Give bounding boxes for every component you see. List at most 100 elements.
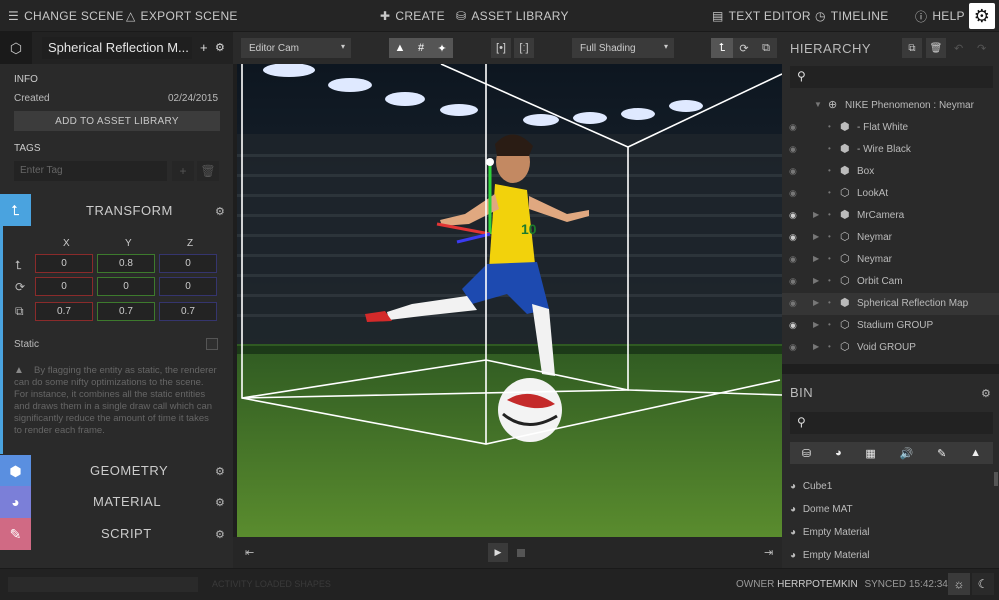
- hierarchy-item[interactable]: ◉ ▶ • ⬢ MrCamera: [782, 205, 999, 227]
- position-y-field[interactable]: 0.8: [97, 254, 155, 273]
- chevron-right-icon[interactable]: ▶: [813, 254, 819, 263]
- chevron-right-icon[interactable]: ▶: [813, 232, 819, 241]
- user-avatar[interactable]: ⚙: [969, 3, 995, 29]
- scale-tool-icon[interactable]: ⧉: [755, 38, 777, 58]
- change-scene-button[interactable]: ☰ CHANGE SCENE: [8, 0, 124, 32]
- rotate-tool-icon[interactable]: ⟳: [733, 38, 755, 58]
- hierarchy-root[interactable]: ▼ ⊕ NIKE Phenomenon : Neymar: [782, 95, 999, 117]
- exit-right-icon[interactable]: ⇥: [764, 546, 773, 559]
- bin-item[interactable]: ◕ Empty Material: [790, 527, 870, 538]
- stop-button[interactable]: [517, 549, 525, 557]
- bin-item[interactable]: ◕ Dome MAT: [790, 504, 853, 515]
- geometry-title[interactable]: GEOMETRY: [90, 463, 168, 478]
- transform-gear-icon[interactable]: ⚙: [215, 205, 225, 218]
- chevron-right-icon[interactable]: ▶: [813, 276, 819, 285]
- panel-splitter[interactable]: [782, 364, 999, 374]
- eye-icon[interactable]: ◉: [789, 144, 797, 155]
- hierarchy-item[interactable]: ◉ ▶ • ⬡ Orbit Cam: [782, 271, 999, 293]
- bin-gear-icon[interactable]: ⚙: [981, 387, 991, 400]
- chevron-right-icon[interactable]: ▶: [813, 210, 819, 219]
- eye-icon[interactable]: ◉: [789, 342, 797, 353]
- light-theme-icon[interactable]: ☼: [948, 573, 970, 595]
- tag-input[interactable]: Enter Tag: [14, 161, 167, 181]
- eye-icon[interactable]: ◉: [789, 232, 797, 243]
- settings-gear-icon[interactable]: ⚙: [215, 41, 225, 54]
- export-scene-button[interactable]: △ EXPORT SCENE: [126, 0, 238, 32]
- frame-all-icon[interactable]: [ː]: [514, 38, 534, 58]
- trash-icon[interactable]: 🗑: [197, 161, 219, 181]
- redo-icon[interactable]: ↷: [977, 42, 986, 55]
- undo-icon[interactable]: ↶: [954, 42, 963, 55]
- transform-title[interactable]: TRANSFORM: [86, 203, 173, 218]
- add-component-icon[interactable]: +: [200, 40, 208, 55]
- rotation-y-field[interactable]: 0: [97, 277, 155, 296]
- frame-select-icon[interactable]: [•]: [491, 38, 511, 58]
- material-title[interactable]: MATERIAL: [93, 494, 161, 509]
- geometry-gear-icon[interactable]: ⚙: [215, 465, 225, 478]
- rotation-x-field[interactable]: 0: [35, 277, 93, 296]
- hierarchy-item-selected[interactable]: ◉ ▶ • ⬢ Spherical Reflection Map: [782, 293, 999, 315]
- dark-theme-icon[interactable]: ☾: [972, 573, 994, 595]
- material-sphere-icon[interactable]: ◕: [0, 486, 31, 518]
- material-gear-icon[interactable]: ⚙: [215, 496, 225, 509]
- hierarchy-item[interactable]: ◉ • ⬡ LookAt: [782, 183, 999, 205]
- eye-icon[interactable]: ◉: [789, 298, 797, 309]
- delete-icon[interactable]: 🗑: [926, 38, 946, 58]
- bin-scrollbar[interactable]: [994, 472, 998, 486]
- position-x-field[interactable]: 0: [35, 254, 93, 273]
- script-gear-icon[interactable]: ⚙: [215, 528, 225, 541]
- hierarchy-item[interactable]: ◉ ▶ • ⬡ Void GROUP: [782, 337, 999, 359]
- help-button[interactable]: ⓘ HELP: [915, 0, 965, 32]
- hierarchy-item[interactable]: ◉ • ⬢ - Flat White: [782, 117, 999, 139]
- eye-icon[interactable]: ◉: [789, 166, 797, 177]
- scale-x-field[interactable]: 0.7: [35, 302, 93, 321]
- transform-icon[interactable]: ⮤: [0, 194, 31, 226]
- create-button[interactable]: ✚ CREATE: [380, 0, 445, 32]
- bin-item[interactable]: ◕ Empty Material: [790, 550, 870, 561]
- timeline-button[interactable]: ◷ TIMELINE: [815, 0, 889, 32]
- chevron-right-icon[interactable]: ▶: [813, 342, 819, 351]
- magic-wand-icon[interactable]: ✦: [431, 38, 453, 58]
- text-editor-button[interactable]: ▤ TEXT EDITOR: [712, 0, 811, 32]
- scene-viewport[interactable]: 10: [237, 64, 782, 537]
- duplicate-icon[interactable]: ⧉: [902, 38, 922, 58]
- asset-library-button[interactable]: ⛁ ASSET LIBRARY: [456, 0, 569, 32]
- sound-icon[interactable]: 🔊: [900, 447, 914, 460]
- script-title[interactable]: SCRIPT: [101, 526, 152, 541]
- eye-icon[interactable]: ◉: [789, 254, 797, 265]
- shading-dropdown[interactable]: Full Shading ▾: [572, 38, 674, 58]
- play-button[interactable]: ▶: [488, 543, 508, 562]
- eye-icon[interactable]: ◉: [789, 122, 797, 133]
- static-checkbox[interactable]: [206, 338, 218, 350]
- all-assets-icon[interactable]: ⛁: [802, 447, 811, 460]
- hierarchy-item[interactable]: ◉ ▶ • ⬡ Neymar: [782, 227, 999, 249]
- scale-z-field[interactable]: 0.7: [159, 302, 217, 321]
- grid-icon[interactable]: #: [411, 38, 431, 58]
- entity-name-field[interactable]: Spherical Reflection M...: [42, 37, 192, 59]
- rotation-z-field[interactable]: 0: [159, 277, 217, 296]
- texture-icon[interactable]: ▦: [865, 447, 875, 460]
- hierarchy-item[interactable]: ◉ ▶ • ⬡ Neymar: [782, 249, 999, 271]
- hierarchy-item[interactable]: ◉ • ⬢ Box: [782, 161, 999, 183]
- image-icon[interactable]: ▲: [970, 447, 981, 459]
- position-z-field[interactable]: 0: [159, 254, 217, 273]
- material-icon[interactable]: ◕: [835, 447, 842, 459]
- chevron-right-icon[interactable]: ▶: [813, 298, 819, 307]
- hierarchy-search[interactable]: ⚲: [790, 66, 993, 88]
- bin-item[interactable]: ◕ Cube1: [790, 481, 832, 492]
- add-tag-icon[interactable]: +: [172, 161, 194, 181]
- eye-icon[interactable]: ◉: [789, 210, 797, 221]
- bin-search[interactable]: ⚲: [790, 412, 993, 434]
- exit-left-icon[interactable]: ⇤: [245, 546, 254, 559]
- translate-tool-icon[interactable]: ⮤: [711, 38, 733, 58]
- script-icon[interactable]: ✎: [937, 447, 946, 460]
- scale-y-field[interactable]: 0.7: [97, 302, 155, 321]
- script-document-icon[interactable]: ✎: [0, 518, 31, 550]
- eye-icon[interactable]: ◉: [789, 276, 797, 287]
- eye-icon[interactable]: ◉: [789, 188, 797, 199]
- chevron-right-icon[interactable]: ▶: [813, 320, 819, 329]
- hierarchy-item[interactable]: ◉ • ⬢ - Wire Black: [782, 139, 999, 161]
- hierarchy-item[interactable]: ◉ ▶ • ⬡ Stadium GROUP: [782, 315, 999, 337]
- add-to-asset-library-button[interactable]: ADD TO ASSET LIBRARY: [14, 111, 220, 131]
- geometry-cube-icon[interactable]: ⬢: [0, 455, 31, 487]
